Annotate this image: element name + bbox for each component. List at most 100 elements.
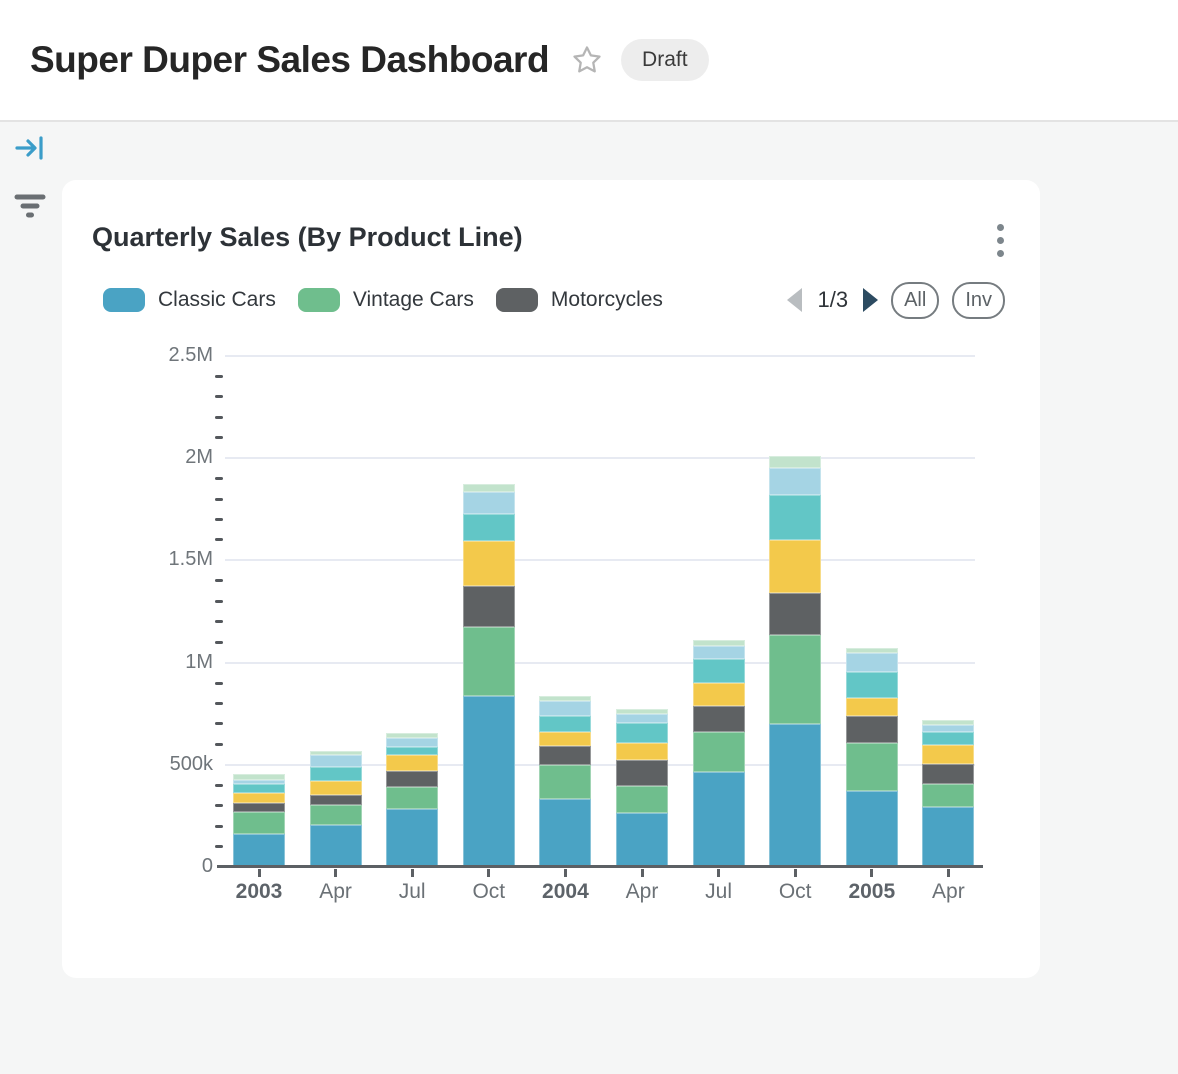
x-axis-tick [641,869,644,877]
bar-segment[interactable] [386,809,438,867]
bar-segment[interactable] [616,709,668,713]
bar-segment[interactable] [463,696,515,867]
x-axis-tick [411,869,414,877]
bar-segment[interactable] [922,720,974,725]
bar-segment[interactable] [616,786,668,813]
y-axis-label: 1M [125,651,213,674]
bar-segment[interactable] [539,746,591,765]
bar-segment[interactable] [539,732,591,746]
bar-segment[interactable] [846,653,898,672]
x-axis-tick [258,869,261,877]
bar-segment[interactable] [846,716,898,743]
bar-segment[interactable] [463,541,515,586]
bar-segment[interactable] [310,755,362,767]
bar-segment[interactable] [846,743,898,791]
bar-segment[interactable] [233,784,285,793]
legend-swatch [103,288,145,312]
bar-segment[interactable] [310,781,362,796]
legend-controls: 1/3 All Inv [787,282,1005,319]
bar-segment[interactable] [463,514,515,541]
y-axis-label: 500k [125,753,213,776]
bar-segment[interactable] [616,760,668,786]
bar-segment[interactable] [769,456,821,468]
bar-segment[interactable] [769,495,821,540]
bar-segment[interactable] [616,714,668,723]
legend-next-icon[interactable] [863,288,878,312]
bar-segment[interactable] [922,764,974,784]
bar-segment[interactable] [693,683,745,706]
y-axis-label: 0 [125,855,213,878]
bar-segment[interactable] [693,772,745,867]
bar-segment[interactable] [233,793,285,803]
bar-segment[interactable] [769,593,821,636]
bar-segment[interactable] [539,696,591,702]
legend-prev-icon[interactable] [787,288,802,312]
bar-segment[interactable] [922,784,974,807]
bar-segment[interactable] [386,733,438,737]
bar-segment[interactable] [539,701,591,716]
filter-icon[interactable] [14,193,48,224]
bar-segment[interactable] [310,825,362,867]
legend-all-button[interactable]: All [891,282,939,319]
bar-segment[interactable] [233,812,285,834]
page-title: Super Duper Sales Dashboard [30,39,549,81]
legend-item[interactable]: Vintage Cars [298,288,474,312]
bar-segment[interactable] [310,751,362,754]
bar-segment[interactable] [922,807,974,867]
bar-segment[interactable] [463,492,515,515]
y-minor-tick [215,825,223,828]
bar-segment[interactable] [693,646,745,659]
bar-segment[interactable] [846,791,898,867]
collapse-panel-icon[interactable] [14,134,48,167]
bar-segment[interactable] [769,635,821,724]
bar-segment[interactable] [539,799,591,867]
app-header: Super Duper Sales Dashboard Draft [0,0,1178,122]
x-axis-label: Apr [908,880,988,904]
bar-segment[interactable] [846,672,898,698]
bar-segment[interactable] [693,640,745,646]
legend-swatch [298,288,340,312]
bar-segment[interactable] [693,732,745,772]
legend-swatch [496,288,538,312]
x-axis-label: Oct [449,880,529,904]
side-toolbar [14,134,48,250]
bar-segment[interactable] [846,648,898,653]
bar-segment[interactable] [463,484,515,492]
x-axis-tick [717,869,720,877]
bar-segment[interactable] [616,723,668,743]
bar-segment[interactable] [386,755,438,771]
bar-segment[interactable] [922,732,974,745]
bar-segment[interactable] [922,745,974,764]
legend-inv-button[interactable]: Inv [952,282,1005,319]
favorite-star-icon[interactable] [571,44,603,76]
bar-segment[interactable] [386,747,438,755]
bar-segment[interactable] [310,767,362,780]
bar-segment[interactable] [769,540,821,593]
bar-segment[interactable] [233,774,285,779]
bar-segment[interactable] [769,724,821,867]
bar-segment[interactable] [922,725,974,732]
legend-item[interactable]: Classic Cars [103,288,276,312]
bar-segment[interactable] [310,805,362,826]
legend-item[interactable]: Motorcycles [496,288,663,312]
bar-segment[interactable] [386,738,438,747]
bar-segment[interactable] [386,771,438,788]
bar-segment[interactable] [616,813,668,867]
bar-segment[interactable] [233,780,285,784]
bar-segment[interactable] [846,698,898,716]
bar-segment[interactable] [463,586,515,626]
kebab-menu-icon[interactable] [993,220,1008,261]
bar-segment[interactable] [693,659,745,683]
bar-segment[interactable] [539,765,591,799]
bar-segment[interactable] [539,716,591,732]
bar-segment[interactable] [233,803,285,812]
bar-segment[interactable] [310,795,362,804]
bar-segment[interactable] [769,468,821,494]
bar-segment[interactable] [386,787,438,809]
bar-segment[interactable] [616,743,668,761]
stacked-bar-chart: 2.5M2M1.5M1M500k02003AprJulOct2004AprJul… [225,356,975,867]
bar-segment[interactable] [233,834,285,867]
x-axis-label: 2005 [832,880,912,904]
bar-segment[interactable] [693,706,745,732]
bar-segment[interactable] [463,627,515,697]
